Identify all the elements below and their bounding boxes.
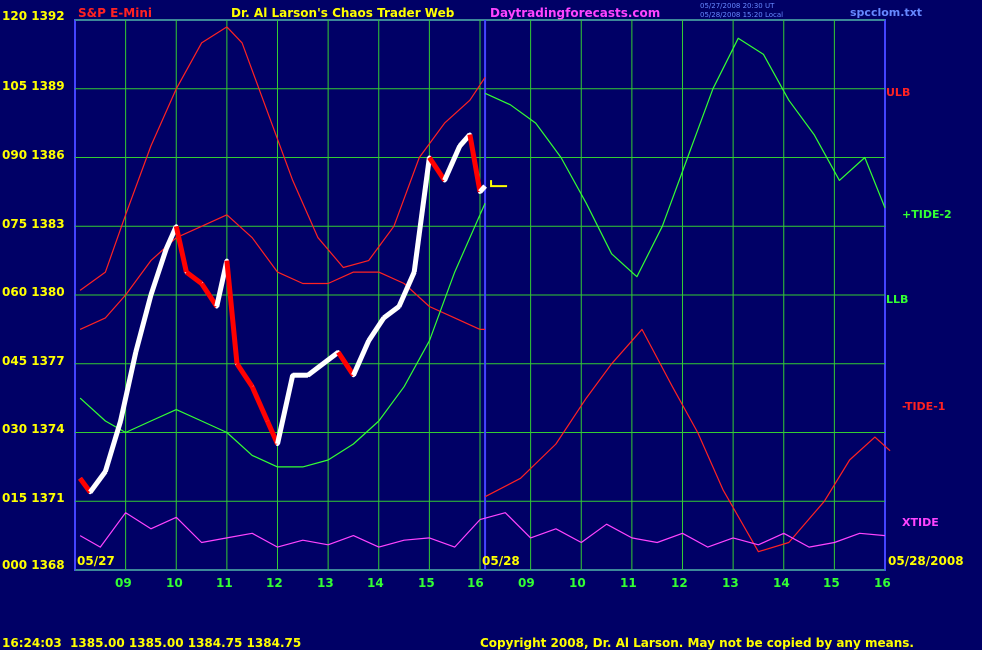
price-segment bbox=[396, 271, 417, 308]
x-tick-label: 12 bbox=[671, 576, 688, 590]
y-tick-label: 045 1377 bbox=[2, 354, 65, 368]
price-segment bbox=[249, 385, 270, 423]
x-tick-label: 10 bbox=[569, 576, 586, 590]
series-line-ulb bbox=[79, 26, 486, 291]
price-segment bbox=[234, 362, 255, 389]
price-segment bbox=[275, 374, 296, 445]
price-segment bbox=[184, 270, 204, 286]
x-tick-label: 14 bbox=[773, 576, 790, 590]
y-tick-label: 030 1374 bbox=[2, 422, 65, 436]
price-segment bbox=[224, 260, 240, 364]
y-tick-label: 060 1380 bbox=[2, 285, 65, 299]
price-segment bbox=[133, 294, 154, 353]
x-tick-label: 09 bbox=[518, 576, 535, 590]
series-line-xtide bbox=[79, 512, 886, 548]
y-tick-label: 120 1392 bbox=[2, 9, 65, 23]
x-tick-label: 13 bbox=[722, 576, 739, 590]
data-file-name: spcclom.txt bbox=[850, 6, 923, 19]
tide2-label: +TIDE-2 bbox=[902, 208, 952, 221]
y-tick-label: 075 1383 bbox=[2, 217, 65, 231]
x-tick-label: 15 bbox=[823, 576, 840, 590]
x-tick-label: 11 bbox=[216, 576, 233, 590]
site-link[interactable]: Daytradingforecasts.com bbox=[490, 6, 660, 20]
x-tick-label: 14 bbox=[367, 576, 384, 590]
price-segment bbox=[442, 145, 463, 182]
chart-marks bbox=[78, 132, 508, 494]
ulb-label: ULB bbox=[886, 86, 911, 99]
x-tick-label: 11 bbox=[620, 576, 637, 590]
quote-readout: 16:24:03 1385.00 1385.00 1384.75 1384.75 bbox=[2, 636, 302, 650]
series-line--tide-1 bbox=[484, 328, 891, 553]
x-tick-label: 16 bbox=[874, 576, 891, 590]
xtide-label: XTIDE bbox=[902, 516, 939, 529]
price-segment bbox=[306, 361, 325, 378]
y-tick-label: 105 1389 bbox=[2, 79, 65, 93]
x-tick-label: 12 bbox=[266, 576, 283, 590]
chart-canvas bbox=[74, 19, 891, 571]
x-tick-label: 16 bbox=[467, 576, 484, 590]
y-tick-label: 015 1371 bbox=[2, 491, 65, 505]
y-tick-label: 090 1386 bbox=[2, 148, 65, 162]
x-tick-label: 13 bbox=[317, 576, 334, 590]
price-segment bbox=[321, 350, 340, 366]
copyright-notice: Copyright 2008, Dr. Al Larson. May not b… bbox=[480, 636, 914, 650]
mid-date-label: 05/28 bbox=[482, 554, 520, 568]
price-segment bbox=[88, 469, 108, 494]
price-segment bbox=[118, 351, 139, 422]
end-date-label: 05/28/2008 bbox=[888, 554, 964, 568]
price-segment bbox=[382, 304, 401, 320]
chart-title: Dr. Al Larson's Chaos Trader Web bbox=[231, 6, 455, 20]
price-segment bbox=[427, 156, 447, 182]
y-tick-label: 000 1368 bbox=[2, 558, 65, 572]
x-tick-label: 10 bbox=[166, 576, 183, 590]
price-segment bbox=[173, 225, 189, 273]
x-tick-label: 09 bbox=[115, 576, 132, 590]
timestamp-local: 05/28/2008 15:20 Local bbox=[700, 11, 784, 19]
x-tick-label: 15 bbox=[418, 576, 435, 590]
price-segment bbox=[351, 339, 371, 377]
last-price-marker bbox=[490, 180, 508, 188]
series-line--tide-1-day-1- bbox=[79, 214, 486, 330]
tide1-label: -TIDE-1 bbox=[902, 400, 946, 413]
start-date-label: 05/27 bbox=[77, 554, 115, 568]
price-segment bbox=[366, 316, 386, 343]
price-segment bbox=[467, 134, 483, 193]
llb-label: LLB bbox=[886, 293, 909, 306]
timestamp-ut: 05/27/2008 20:30 UT bbox=[700, 2, 775, 10]
instrument-label: S&P E-Mini bbox=[78, 6, 152, 20]
chart-grid bbox=[74, 19, 886, 571]
price-segment bbox=[148, 248, 169, 296]
price-segment bbox=[411, 157, 432, 273]
price-segment bbox=[102, 420, 123, 473]
